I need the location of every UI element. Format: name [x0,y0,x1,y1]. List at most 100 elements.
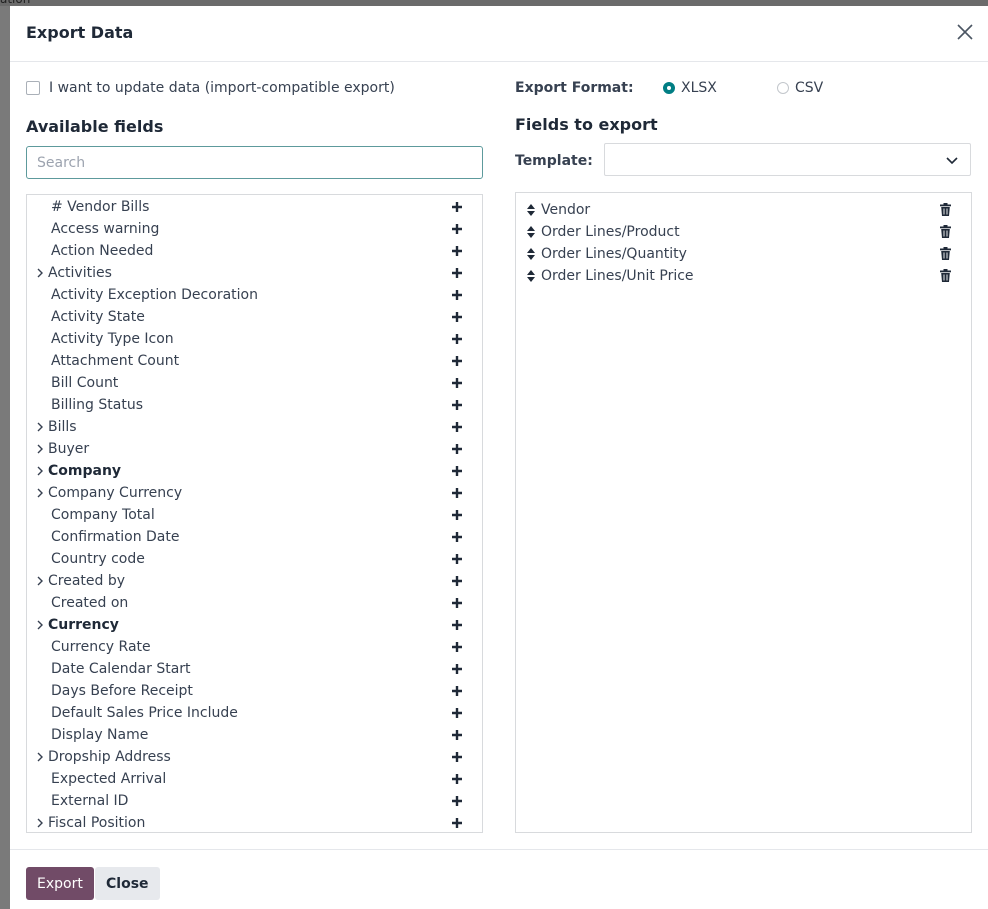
available-fields-title: Available fields [26,117,164,136]
plus-icon[interactable] [451,619,463,631]
format-option-xlsx[interactable]: XLSX [663,80,717,96]
field-row[interactable]: Expected Arrival [27,768,482,790]
chevron-right-icon[interactable] [35,466,45,476]
export-button[interactable]: Export [26,867,94,900]
plus-icon[interactable] [451,531,463,543]
plus-icon[interactable] [451,509,463,521]
trash-icon[interactable] [939,247,952,260]
field-row[interactable]: Default Sales Price Include [27,702,482,724]
plus-icon[interactable] [451,487,463,499]
field-row[interactable]: Access warning [27,218,482,240]
trash-icon[interactable] [939,225,952,238]
chevron-right-icon[interactable] [35,752,45,762]
format-xlsx-label: XLSX [681,80,717,96]
chevron-right-icon[interactable] [35,818,45,828]
plus-icon[interactable] [451,289,463,301]
chevron-right-icon[interactable] [35,444,45,454]
export-field-row[interactable]: Order Lines/Unit Price [516,265,971,287]
field-row[interactable]: Dropship Address [27,746,482,768]
field-row[interactable]: Date Calendar Start [27,658,482,680]
plus-icon[interactable] [451,817,463,829]
sort-handle-icon[interactable] [526,270,536,282]
plus-icon[interactable] [451,641,463,653]
plus-icon[interactable] [451,333,463,345]
close-button[interactable]: Close [95,867,160,900]
field-row[interactable]: Company [27,460,482,482]
field-row[interactable]: Activities [27,262,482,284]
field-label: Currency [48,617,119,633]
format-option-csv[interactable]: CSV [777,80,823,96]
plus-icon[interactable] [451,223,463,235]
chevron-right-icon[interactable] [35,268,45,278]
field-row[interactable]: Country code [27,548,482,570]
plus-icon[interactable] [451,773,463,785]
import-compatible-label: I want to update data (import-compatible… [49,80,395,96]
field-row[interactable]: Created by [27,570,482,592]
plus-icon[interactable] [451,751,463,763]
sort-handle-icon[interactable] [526,204,536,216]
plus-icon[interactable] [451,421,463,433]
export-field-label: Order Lines/Quantity [541,246,687,262]
field-row[interactable]: Company Currency [27,482,482,504]
field-label: Activity Type Icon [51,331,174,347]
field-row[interactable]: Activity Type Icon [27,328,482,350]
chevron-right-icon[interactable] [35,422,45,432]
field-row[interactable]: Billing Status [27,394,482,416]
chevron-right-icon[interactable] [35,576,45,586]
field-row[interactable]: Action Needed [27,240,482,262]
chevron-right-icon[interactable] [35,620,45,630]
radio-csv[interactable] [777,82,789,94]
plus-icon[interactable] [451,311,463,323]
field-row[interactable]: Company Total [27,504,482,526]
plus-icon[interactable] [451,267,463,279]
plus-icon[interactable] [451,707,463,719]
plus-icon[interactable] [451,729,463,741]
plus-icon[interactable] [451,355,463,367]
field-label: Company Currency [48,485,183,501]
import-compatible-checkbox[interactable] [26,81,40,95]
radio-xlsx[interactable] [663,82,675,94]
field-row[interactable]: Buyer [27,438,482,460]
plus-icon[interactable] [451,399,463,411]
plus-icon[interactable] [451,685,463,697]
field-row[interactable]: Attachment Count [27,350,482,372]
export-field-row[interactable]: Vendor [516,199,971,221]
plus-icon[interactable] [451,465,463,477]
field-row[interactable]: Currency [27,614,482,636]
field-label: External ID [51,793,129,809]
template-select[interactable] [604,143,971,176]
field-row[interactable]: # Vendor Bills [27,196,482,218]
plus-icon[interactable] [451,575,463,587]
plus-icon[interactable] [451,377,463,389]
export-field-row[interactable]: Order Lines/Quantity [516,243,971,265]
field-row[interactable]: Created on [27,592,482,614]
field-row[interactable]: Fiscal Position [27,812,482,832]
sort-handle-icon[interactable] [526,226,536,238]
trash-icon[interactable] [939,203,952,216]
trash-icon[interactable] [939,269,952,282]
chevron-right-icon[interactable] [35,488,45,498]
close-icon[interactable] [956,23,974,41]
export-field-row[interactable]: Order Lines/Product [516,221,971,243]
field-row[interactable]: Confirmation Date [27,526,482,548]
plus-icon[interactable] [451,597,463,609]
chevron-down-icon [946,157,958,165]
dialog-title: Export Data [26,23,134,42]
field-row[interactable]: Activity State [27,306,482,328]
field-row[interactable]: Activity Exception Decoration [27,284,482,306]
plus-icon[interactable] [451,201,463,213]
field-row[interactable]: Currency Rate [27,636,482,658]
plus-icon[interactable] [451,663,463,675]
field-row[interactable]: Bill Count [27,372,482,394]
field-row[interactable]: Days Before Receipt [27,680,482,702]
search-input[interactable] [26,146,483,179]
plus-icon[interactable] [451,245,463,257]
plus-icon[interactable] [451,443,463,455]
field-row[interactable]: External ID [27,790,482,812]
import-compatible-option[interactable]: I want to update data (import-compatible… [26,80,395,96]
field-row[interactable]: Bills [27,416,482,438]
plus-icon[interactable] [451,795,463,807]
field-row[interactable]: Display Name [27,724,482,746]
plus-icon[interactable] [451,553,463,565]
sort-handle-icon[interactable] [526,248,536,260]
